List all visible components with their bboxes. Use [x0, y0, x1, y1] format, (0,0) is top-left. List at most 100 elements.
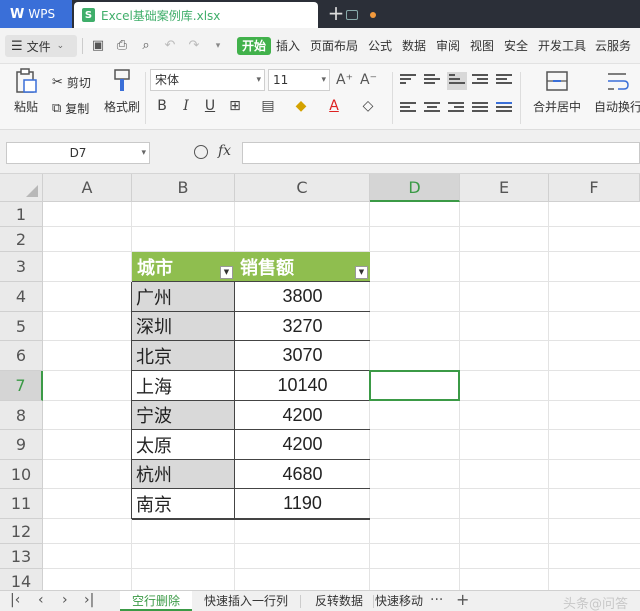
row-header[interactable]: 8: [0, 401, 43, 430]
sheet-tab-active[interactable]: 空行删除: [120, 591, 192, 611]
quick-access-dropdown-icon[interactable]: ▾: [210, 38, 226, 54]
menu-security[interactable]: 安全: [504, 38, 528, 54]
align-right-icon[interactable]: [448, 102, 464, 116]
cell-style-icon[interactable]: ▤: [260, 98, 276, 114]
table-cell-city[interactable]: 北京: [132, 341, 235, 370]
align-middle-icon[interactable]: [424, 74, 440, 88]
table-cell-sales[interactable]: 3070: [235, 341, 370, 370]
row-header[interactable]: 4: [0, 282, 43, 312]
undo-icon[interactable]: ↶: [162, 38, 178, 54]
table-cell-sales[interactable]: 10140: [235, 371, 370, 400]
table-header-sales[interactable]: 销售额 ▼: [235, 252, 370, 281]
table-cell-city[interactable]: 广州: [132, 282, 235, 311]
function-icon[interactable]: fx: [218, 143, 231, 159]
column-header-e[interactable]: E: [460, 174, 549, 202]
align-left-icon[interactable]: [400, 102, 416, 116]
select-all-corner[interactable]: [0, 174, 43, 202]
spreadsheet-grid[interactable]: A B C D E F 1 2 3 4 5 6 7 8 9 10 11 12 1…: [0, 174, 640, 590]
prev-sheet-icon[interactable]: ‹: [38, 592, 44, 608]
format-painter-button[interactable]: 格式刷: [102, 68, 142, 126]
column-header-d[interactable]: D: [370, 174, 460, 202]
menu-cloud[interactable]: 云服务: [595, 38, 631, 54]
sheet-tab[interactable]: 快速插入一行列: [196, 591, 296, 611]
table-header-city[interactable]: 城市 ▼: [132, 252, 235, 281]
filter-dropdown-icon[interactable]: ▼: [220, 266, 233, 279]
print-icon[interactable]: ⎙: [114, 38, 130, 54]
row-header[interactable]: 1: [0, 202, 43, 227]
row-header[interactable]: 6: [0, 341, 43, 371]
menu-data[interactable]: 数据: [402, 38, 426, 54]
table-cell-city[interactable]: 太原: [132, 430, 235, 459]
outdent-icon[interactable]: [496, 74, 512, 88]
column-header-b[interactable]: B: [132, 174, 235, 202]
save-icon[interactable]: ▣: [90, 38, 106, 54]
menu-page-layout[interactable]: 页面布局: [310, 38, 358, 54]
more-sheets-button[interactable]: ···: [430, 592, 443, 608]
menu-insert[interactable]: 插入: [276, 38, 300, 54]
menu-home[interactable]: 开始: [237, 37, 272, 55]
formula-input[interactable]: [242, 142, 640, 164]
indent-icon[interactable]: [472, 74, 488, 88]
distributed-icon[interactable]: [496, 102, 512, 116]
table-cell-city[interactable]: 深圳: [132, 312, 235, 340]
decrease-font-icon[interactable]: A⁻: [360, 72, 377, 88]
align-top-icon[interactable]: [400, 74, 416, 88]
row-header[interactable]: 3: [0, 252, 43, 282]
file-menu-button[interactable]: ☰ 文件 ⌄: [5, 35, 77, 57]
font-size-select[interactable]: 11 ▾: [268, 69, 330, 91]
fill-color-icon[interactable]: ◆: [293, 98, 309, 114]
row-header[interactable]: 2: [0, 227, 43, 252]
row-header[interactable]: 10: [0, 460, 43, 489]
next-sheet-icon[interactable]: ›: [62, 592, 68, 608]
wps-home-tab[interactable]: W WPS: [0, 0, 72, 28]
column-header-a[interactable]: A: [43, 174, 132, 202]
redo-icon[interactable]: ↷: [186, 38, 202, 54]
zoom-icon[interactable]: [194, 145, 208, 159]
table-cell-city[interactable]: 杭州: [132, 460, 235, 488]
justify-icon[interactable]: [472, 102, 488, 116]
filter-dropdown-icon[interactable]: ▼: [355, 266, 368, 279]
row-header[interactable]: 14: [0, 569, 43, 590]
first-sheet-icon[interactable]: |‹: [10, 592, 20, 608]
menu-formulas[interactable]: 公式: [368, 38, 392, 54]
row-header[interactable]: 11: [0, 489, 43, 519]
table-cell-city[interactable]: 宁波: [132, 401, 235, 429]
print-preview-icon[interactable]: ⌕: [138, 38, 154, 54]
new-tab-button[interactable]: +: [326, 2, 346, 24]
table-cell-sales[interactable]: 3800: [235, 282, 370, 311]
paste-button[interactable]: 粘贴: [8, 68, 44, 126]
align-center-icon[interactable]: [424, 102, 440, 116]
cut-button[interactable]: ✂ 剪切: [52, 74, 91, 91]
selected-cell-d7[interactable]: [369, 370, 460, 401]
clear-format-icon[interactable]: ◇: [360, 98, 376, 114]
table-cell-sales[interactable]: 4200: [235, 430, 370, 459]
align-bottom-icon[interactable]: [447, 72, 467, 90]
bold-button[interactable]: B: [154, 98, 170, 114]
last-sheet-icon[interactable]: ›|: [84, 592, 94, 608]
font-color-icon[interactable]: A: [326, 98, 342, 114]
sheet-tab[interactable]: 反转数据: [306, 591, 372, 611]
row-header[interactable]: 9: [0, 430, 43, 460]
row-header[interactable]: 12: [0, 519, 43, 544]
column-header-c[interactable]: C: [235, 174, 370, 202]
row-header[interactable]: 13: [0, 544, 43, 569]
border-icon[interactable]: ⊞: [227, 98, 243, 114]
add-sheet-button[interactable]: +: [456, 590, 469, 609]
auto-wrap-button[interactable]: 自动换行: [594, 68, 640, 126]
font-name-select[interactable]: 宋体 ▾: [150, 69, 265, 91]
row-header[interactable]: 5: [0, 312, 43, 341]
copy-button[interactable]: ⧉ 复制: [52, 100, 89, 117]
column-header-f[interactable]: F: [549, 174, 640, 202]
name-box[interactable]: D7 ▾: [6, 142, 150, 164]
row-header-selected[interactable]: 7: [0, 371, 43, 401]
table-cell-sales[interactable]: 4200: [235, 401, 370, 429]
document-tab[interactable]: S Excel基础案例库.xlsx: [74, 2, 376, 28]
underline-button[interactable]: U: [202, 98, 218, 114]
menu-review[interactable]: 审阅: [436, 38, 460, 54]
menu-view[interactable]: 视图: [470, 38, 494, 54]
increase-font-icon[interactable]: A⁺: [336, 72, 353, 88]
table-cell-city[interactable]: 南京: [132, 489, 235, 518]
table-cell-city[interactable]: 上海: [132, 371, 235, 400]
merge-center-button[interactable]: 合并居中: [528, 68, 586, 126]
italic-button[interactable]: I: [178, 98, 194, 114]
